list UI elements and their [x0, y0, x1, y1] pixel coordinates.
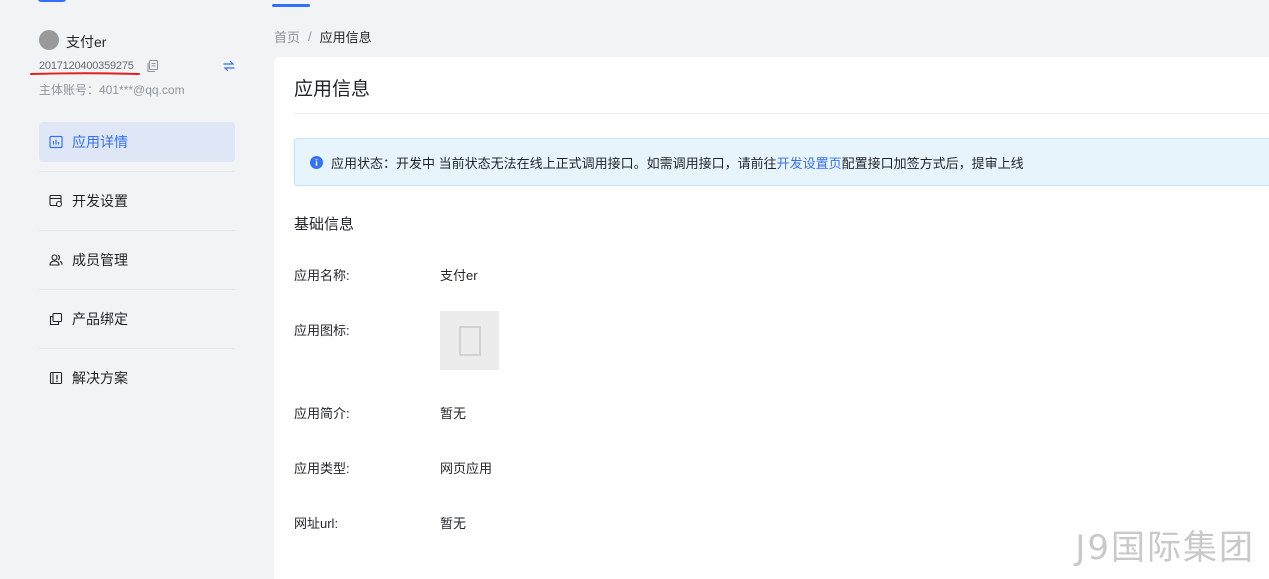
product-bind-icon [49, 312, 63, 326]
nav-divider [39, 171, 235, 172]
logo [38, 0, 66, 2]
chart-icon [49, 135, 63, 149]
dev-settings-icon [49, 194, 63, 208]
copy-icon[interactable] [146, 59, 160, 73]
app-icon-label: 应用图标: [294, 323, 350, 338]
nav-divider [39, 348, 235, 349]
breadcrumb-home-link[interactable]: 首页 [274, 27, 300, 46]
app-url-label: 网址url: [294, 516, 339, 531]
sidebar-item-app-details[interactable]: 应用详情 [39, 122, 235, 162]
sidebar-item-label: 应用详情 [72, 134, 128, 150]
owner-account: 主体账号：401***@qq.com [39, 83, 185, 97]
app-id: 2017120400359275 [39, 60, 134, 72]
nav-divider [39, 230, 235, 231]
sidebar-item-label: 解决方案 [72, 370, 128, 386]
sidebar-nav: 应用详情 开发设置 成员管理 产品绑定 解决方案 [39, 122, 235, 398]
breadcrumb: 首页 / 应用信息 [274, 27, 372, 46]
red-annotation-underline [30, 72, 140, 75]
nav-divider [39, 289, 235, 290]
sidebar-item-label: 成员管理 [72, 252, 128, 268]
sidebar-item-dev-settings[interactable]: 开发设置 [39, 181, 235, 221]
solution-icon [49, 371, 63, 385]
app-intro-value: 暂无 [440, 406, 467, 421]
active-tab-indicator [272, 4, 310, 7]
status-notice: 应用状态：开发中 当前状态无法在线上正式调用接口。如需调用接口，请前往 开发设置页… [294, 138, 1269, 186]
dev-settings-link[interactable]: 开发设置页 [777, 153, 842, 172]
info-icon [310, 155, 323, 169]
app-name-value: 支付er [440, 268, 478, 283]
app-icon-placeholder [440, 311, 499, 370]
notice-text: 应用状态：开发中 当前状态无法在线上正式调用接口。如需调用接口，请前往 [331, 155, 777, 171]
breadcrumb-separator: / [308, 29, 312, 44]
title-divider [294, 113, 1269, 114]
section-title-basic-info: 基础信息 [294, 216, 355, 233]
sidebar-item-label: 产品绑定 [72, 311, 128, 327]
switch-app-icon[interactable] [222, 59, 236, 73]
app-name-label: 应用名称: [294, 268, 350, 283]
sidebar-item-label: 开发设置 [72, 193, 128, 209]
sidebar-item-solutions[interactable]: 解决方案 [39, 358, 235, 398]
app-type-value: 网页应用 [440, 461, 493, 476]
sidebar: 支付er 2017120400359275 主体账号：401***@qq.com… [0, 0, 262, 579]
app-intro-label: 应用简介: [294, 406, 350, 421]
sidebar-item-members[interactable]: 成员管理 [39, 240, 235, 280]
notice-text-suffix: 配置接口加签方式后，提审上线 [841, 155, 1024, 171]
avatar [39, 30, 59, 50]
app-info-card: 应用信息 应用状态：开发中 当前状态无法在线上正式调用接口。如需调用接口，请前往… [274, 57, 1269, 579]
watermark: J9国际集团 [1075, 528, 1255, 568]
page-title: 应用信息 [294, 79, 371, 100]
app-type-label: 应用类型: [294, 461, 350, 476]
app-name: 支付er [66, 34, 107, 50]
breadcrumb-current: 应用信息 [319, 30, 372, 45]
app-url-value: 暂无 [440, 516, 467, 531]
members-icon [49, 254, 63, 266]
image-placeholder-icon [458, 325, 481, 356]
sidebar-item-product-binding[interactable]: 产品绑定 [39, 299, 235, 339]
